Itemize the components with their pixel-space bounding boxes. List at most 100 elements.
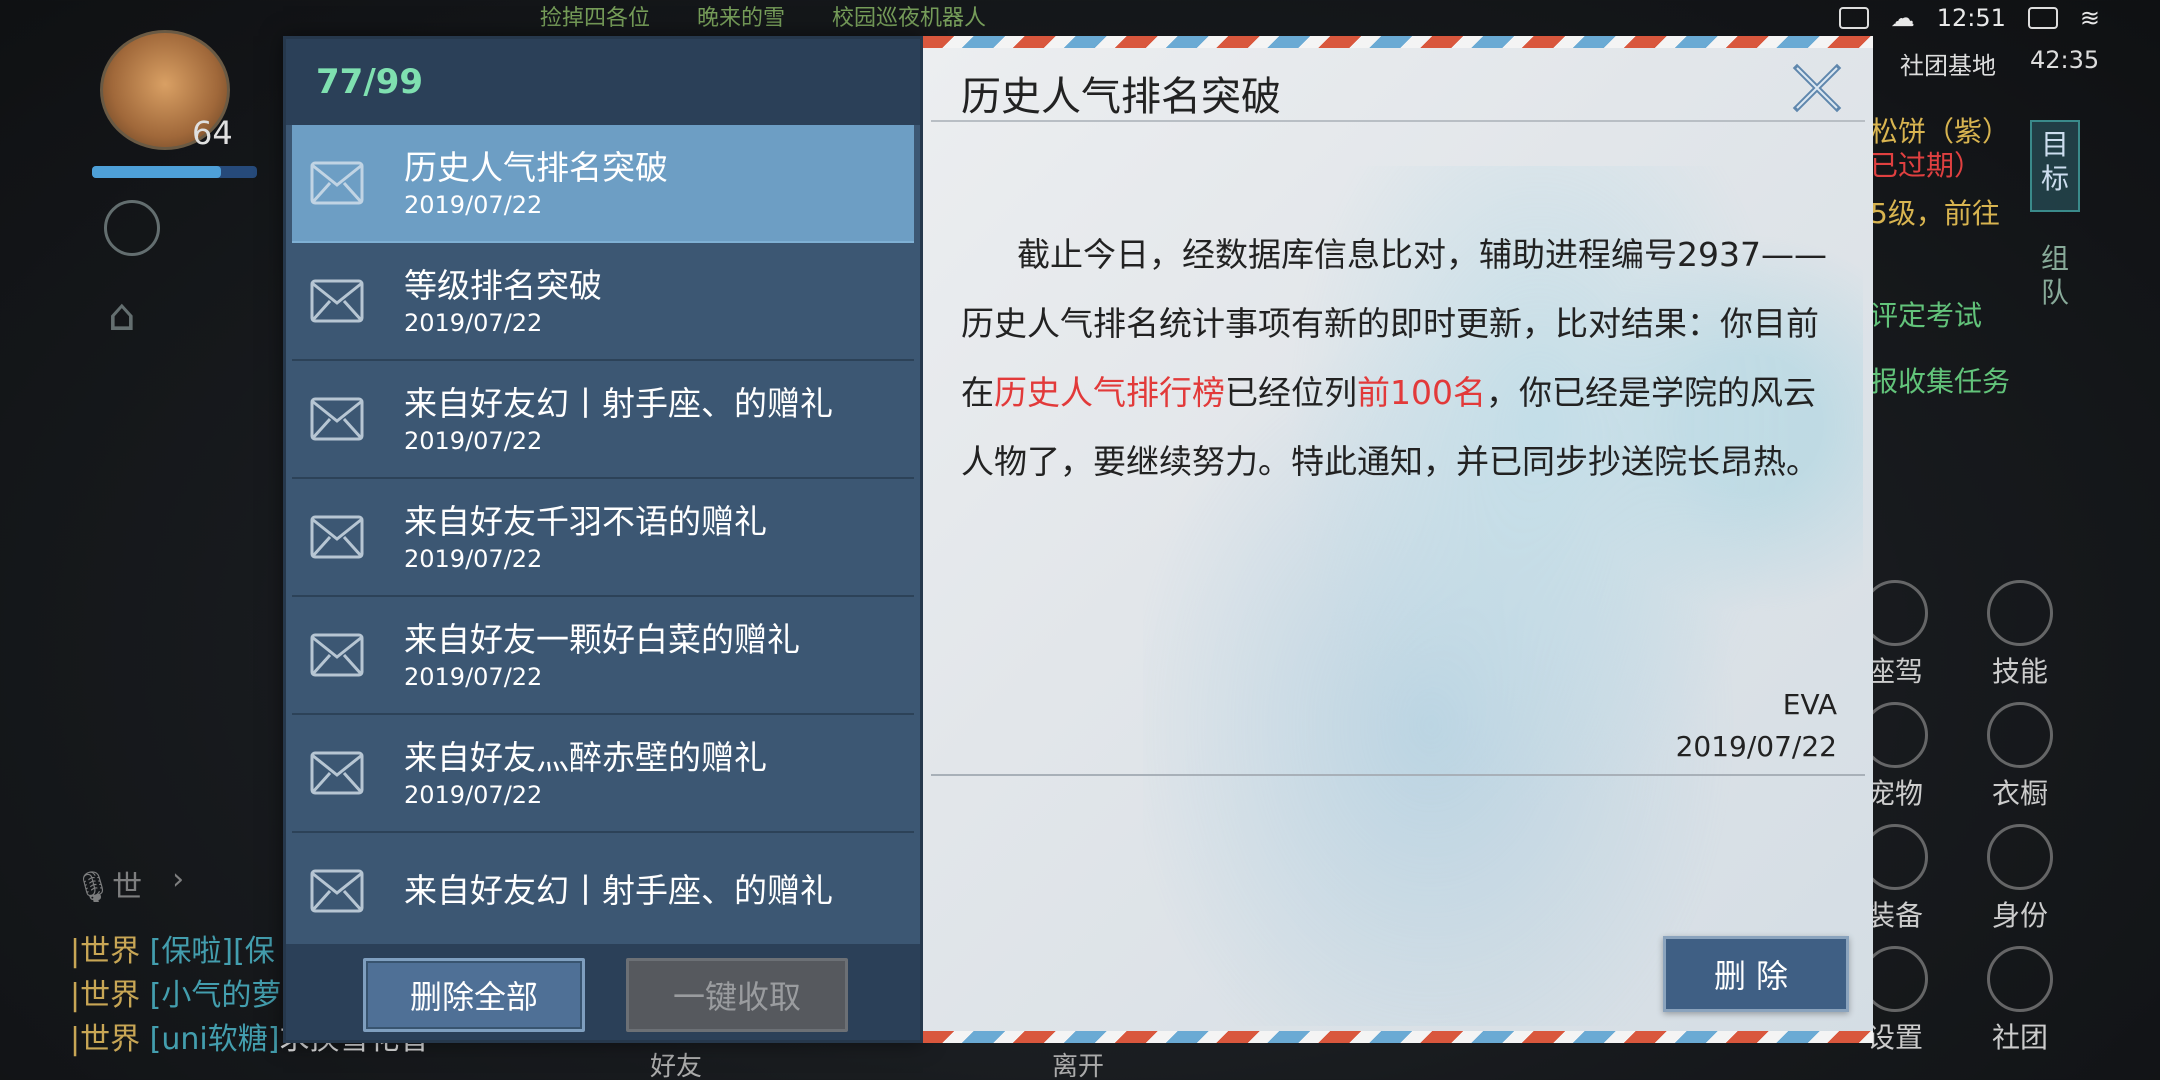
- mail-list-panel: 77/99 历史人气排名突破 2019/07/22 等级排名突破 2019/07/22…: [283, 36, 923, 1043]
- tab-team[interactable]: 组队: [2030, 236, 2080, 328]
- chat-name: [保啦]: [149, 934, 234, 969]
- airmail-stripe-top: [923, 36, 1873, 48]
- body-text: 已经位列: [1225, 373, 1357, 412]
- body-divider: [931, 774, 1865, 776]
- settings-label: 设置: [1866, 1021, 1923, 1054]
- equipment-label: 装备: [1866, 899, 1923, 932]
- mail-item-text: 历史人气排名突破 2019/07/22: [404, 146, 668, 220]
- mail-sender: EVA: [1782, 688, 1837, 721]
- mail-item-title: 来自好友千羽不语的赠礼: [404, 502, 767, 541]
- chat-channel: |世界: [70, 934, 141, 969]
- mail-list-item[interactable]: 来自好友千羽不语的赠礼 2019/07/22: [292, 479, 914, 597]
- mail-detail-date: 2019/07/22: [1675, 730, 1837, 763]
- mail-list[interactable]: 历史人气排名突破 2019/07/22 等级排名突破 2019/07/22 来自好友幻丨…: [286, 125, 920, 947]
- mail-list-item[interactable]: 等级排名突破 2019/07/22: [292, 243, 914, 361]
- quest-line[interactable]: 报收集任务: [1870, 360, 2010, 400]
- skill-button[interactable]: 技能: [1965, 580, 2075, 690]
- chevron-right-icon[interactable]: ›: [172, 862, 184, 906]
- envelope-icon: [310, 397, 364, 441]
- club-icon: [1987, 946, 2053, 1012]
- envelope-icon: [310, 633, 364, 677]
- home-icon[interactable]: ⌂: [108, 290, 136, 341]
- close-button[interactable]: [1791, 62, 1843, 114]
- mail-list-item[interactable]: 来自好友幻丨射手座、的赠礼: [292, 833, 914, 947]
- chat-channel: |世界: [70, 978, 141, 1013]
- envelope-icon: [310, 751, 364, 795]
- wardrobe-label: 衣橱: [1991, 777, 2048, 810]
- title-divider: [931, 120, 1865, 122]
- mail-item-text: 来自好友灬醉赤壁的赠礼 2019/07/22: [404, 736, 767, 810]
- quest-line[interactable]: 5级，前往: [1870, 192, 2000, 232]
- chat-text: [保: [233, 934, 275, 969]
- pet-label: 宠物: [1866, 777, 1923, 810]
- weather-icon: ☁: [1890, 4, 1915, 32]
- skill-label: 技能: [1991, 655, 2048, 688]
- mail-detail-panel: 历史人气排名突破 截止今日，经数据库信息比对，辅助进程编号2937——历史人气排…: [923, 36, 1873, 1043]
- right-hud: 社团基地 42:35 松饼（紫） 已过期） 5级，前往 评定考试 报收集任务 目…: [1862, 40, 2160, 1080]
- envelope-icon: [310, 161, 364, 205]
- delete-button[interactable]: 删除: [1663, 936, 1849, 1012]
- quest-line[interactable]: 评定考试: [1870, 294, 1982, 334]
- mail-item-text: 等级排名突破 2019/07/22: [404, 264, 602, 338]
- close-icon: [1792, 63, 1842, 113]
- club-label: 社团: [1991, 1021, 2048, 1054]
- bottom-bar: 好友 离开: [0, 1046, 2160, 1080]
- wardrobe-icon: [1987, 702, 2053, 768]
- top-notice: 校园巡夜机器人: [832, 6, 987, 31]
- identity-icon: [1987, 824, 2053, 890]
- mail-list-item[interactable]: 来自好友一颗好白菜的赠礼 2019/07/22: [292, 597, 914, 715]
- tab-target[interactable]: 目标: [2030, 120, 2080, 212]
- mail-item-date: 2019/07/22: [404, 427, 543, 455]
- leave-label[interactable]: 离开: [1052, 1046, 1104, 1080]
- player-hp-fill: [92, 166, 221, 178]
- location-label: 社团基地: [1900, 52, 1996, 80]
- identity-label: 身份: [1991, 899, 2048, 932]
- status-time: 12:51: [1936, 4, 2006, 32]
- wardrobe-button[interactable]: 衣橱: [1965, 702, 2075, 812]
- envelope-icon: [310, 279, 364, 323]
- mic-channel-label: 世: [112, 870, 143, 905]
- envelope-icon: [310, 869, 364, 913]
- delete-all-button[interactable]: 删除全部: [363, 958, 585, 1032]
- mic-row: 🎙世 ›: [74, 862, 184, 906]
- mount-label: 座驾: [1866, 655, 1923, 688]
- top-notices: 捡掉四各位 晚来的雪 校园巡夜机器人: [540, 0, 1026, 32]
- mail-item-text: 来自好友千羽不语的赠礼 2019/07/22: [404, 500, 767, 574]
- mail-item-text: 来自好友幻丨射手座、的赠礼 2019/07/22: [404, 382, 833, 456]
- mail-item-title: 来自好友幻丨射手座、的赠礼: [404, 871, 833, 910]
- mail-item-title: 历史人气排名突破: [404, 148, 668, 187]
- mail-item-date: 2019/07/22: [404, 781, 543, 809]
- mail-list-item[interactable]: 历史人气排名突破 2019/07/22: [292, 125, 914, 243]
- microphone-icon[interactable]: 🎙世: [74, 862, 142, 906]
- top-notice: 晚来的雪: [697, 6, 786, 31]
- mail-count: 77/99: [316, 62, 424, 102]
- friends-label[interactable]: 好友: [650, 1046, 702, 1080]
- body-highlight: 历史人气排行榜: [994, 373, 1225, 412]
- club-button[interactable]: 社团: [1965, 946, 2075, 1056]
- timer-label: 42:35: [2030, 46, 2100, 74]
- status-bar: ☁ 12:51 ≋: [1838, 4, 2100, 32]
- wifi-icon: ≋: [2079, 4, 2100, 32]
- battery-icon: [2027, 7, 2058, 29]
- mail-item-text: 来自好友幻丨射手座、的赠礼: [404, 869, 833, 913]
- envelope-icon: [310, 515, 364, 559]
- player-level: 64: [192, 114, 233, 152]
- mail-list-item[interactable]: 来自好友灬醉赤壁的赠礼 2019/07/22: [292, 715, 914, 833]
- mail-item-title: 等级排名突破: [404, 266, 602, 305]
- quest-line[interactable]: 已过期）: [1870, 144, 1982, 184]
- mail-signature: EVA 2019/07/22: [1676, 684, 1837, 768]
- mail-item-date: 2019/07/22: [404, 309, 543, 337]
- mail-list-item[interactable]: 来自好友幻丨射手座、的赠礼 2019/07/22: [292, 361, 914, 479]
- mail-item-date: 2019/07/22: [404, 191, 543, 219]
- identity-button[interactable]: 身份: [1965, 824, 2075, 934]
- top-notice: 捡掉四各位: [540, 6, 651, 31]
- view-toggle-icon[interactable]: [104, 200, 160, 256]
- mail-list-header: 77/99: [286, 39, 920, 125]
- mail-detail-body: 截止今日，经数据库信息比对，辅助进程编号2937——历史人气排名统计事项有新的即…: [961, 220, 1831, 496]
- camera-icon: [1838, 7, 1869, 29]
- player-hp-bar: [92, 166, 257, 178]
- collect-all-button[interactable]: 一键收取: [626, 958, 848, 1032]
- mail-item-title: 来自好友灬醉赤壁的赠礼: [404, 738, 767, 777]
- mail-item-date: 2019/07/22: [404, 545, 543, 573]
- mail-list-footer: 删除全部 一键收取: [286, 944, 920, 1040]
